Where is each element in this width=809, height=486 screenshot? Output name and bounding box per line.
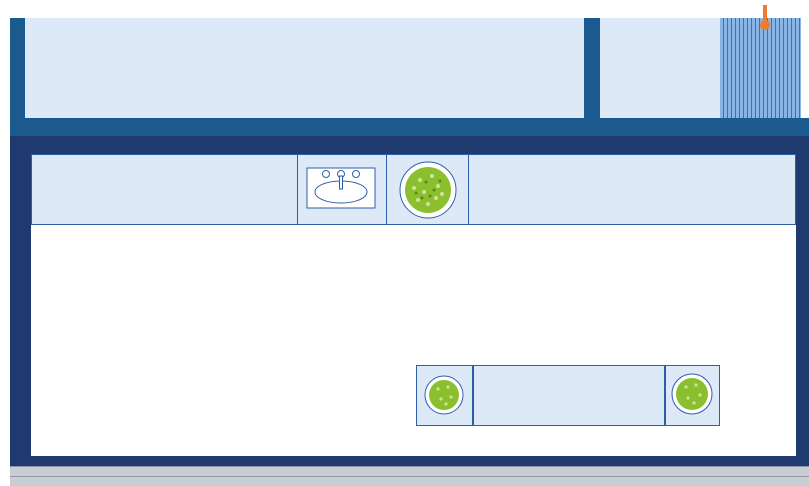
planter-divider-left	[472, 365, 474, 426]
plant-icon	[424, 375, 464, 415]
top-left-room	[25, 18, 584, 118]
marker-icon	[758, 5, 772, 31]
plant-icon	[398, 160, 458, 220]
planter-divider-right	[664, 365, 666, 426]
radiator-icon	[720, 18, 801, 118]
plant-icon	[671, 373, 713, 415]
sink-icon	[306, 167, 376, 209]
wall-band	[10, 118, 809, 136]
bottom-floor-line	[10, 476, 809, 477]
top-right-room	[600, 18, 720, 118]
